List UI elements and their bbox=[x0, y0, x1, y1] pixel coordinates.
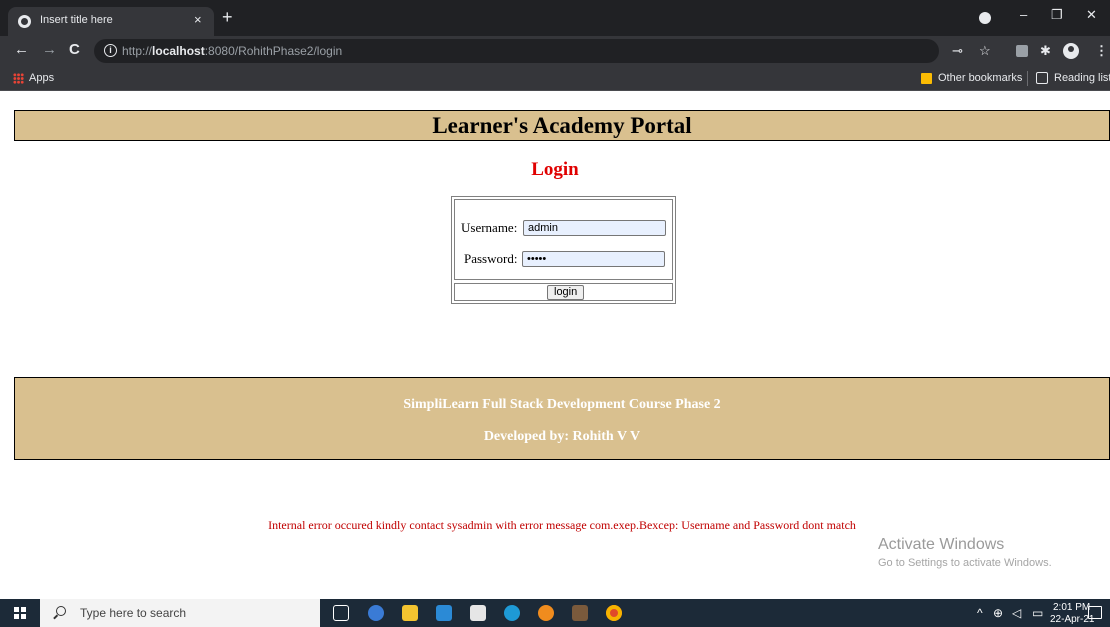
bookmarks-divider bbox=[1027, 71, 1028, 86]
search-placeholder: Type here to search bbox=[80, 606, 187, 620]
reload-icon[interactable]: C bbox=[69, 41, 80, 58]
battery-icon[interactable]: ▭ bbox=[1032, 606, 1043, 620]
reading-list[interactable]: Reading list bbox=[1054, 72, 1110, 84]
close-window-button[interactable]: ✕ bbox=[1086, 7, 1097, 23]
extension-icon[interactable] bbox=[1016, 45, 1028, 57]
password-input[interactable]: ••••• bbox=[522, 251, 665, 267]
footer-developer-text: Developed by: Rohith V V bbox=[483, 429, 641, 444]
bookmarks-bar: Apps Other bookmarks Reading list bbox=[0, 66, 1110, 91]
windows-taskbar: Type here to search ^ ⊕ ◁ ▭ 2:01 PM 22-A… bbox=[0, 599, 1110, 627]
activate-windows-subtitle: Go to Settings to activate Windows. bbox=[878, 557, 1052, 569]
browser-tab-bar: Insert title here × + – ❐ ✕ bbox=[0, 0, 1110, 36]
menu-kebab-icon[interactable]: ⋮ bbox=[1095, 43, 1108, 59]
login-button[interactable]: login bbox=[547, 285, 585, 300]
puzzle-icon[interactable]: ✱ bbox=[1040, 43, 1051, 59]
store-icon[interactable] bbox=[470, 605, 486, 621]
minimize-button[interactable]: – bbox=[1020, 7, 1027, 22]
footer-course-text: SimpliLearn Full Stack Development Cours… bbox=[403, 397, 721, 412]
blender-icon[interactable] bbox=[538, 605, 554, 621]
login-actions-cell: login bbox=[454, 283, 673, 301]
taskbar-search[interactable]: Type here to search bbox=[40, 599, 320, 627]
volume-icon[interactable]: ◁ bbox=[1012, 606, 1021, 620]
network-globe-icon[interactable]: ⊕ bbox=[993, 606, 1003, 620]
notifications-icon[interactable] bbox=[1088, 606, 1102, 619]
star-icon[interactable]: ☆ bbox=[979, 43, 991, 59]
clock-time[interactable]: 2:01 PM bbox=[1053, 602, 1090, 613]
mail-icon[interactable] bbox=[436, 605, 452, 621]
globe-icon bbox=[18, 15, 31, 28]
page-title: Learner's Academy Portal bbox=[432, 113, 692, 138]
username-label: Username: bbox=[461, 220, 518, 235]
file-explorer-icon[interactable] bbox=[402, 605, 418, 621]
address-bar[interactable]: i http://localhost:8080/RohithPhase2/log… bbox=[94, 39, 939, 63]
new-tab-button[interactable]: + bbox=[222, 6, 233, 28]
back-arrow-icon[interactable]: ← bbox=[14, 41, 29, 58]
activate-windows-title: Activate Windows bbox=[878, 536, 1005, 553]
username-input[interactable]: admin bbox=[523, 220, 666, 236]
folder-icon bbox=[921, 73, 932, 84]
login-form: Username: admin Password: ••••• login bbox=[451, 196, 676, 304]
restore-button[interactable]: ❐ bbox=[1051, 7, 1063, 23]
search-icon bbox=[56, 606, 66, 616]
apps-bookmark[interactable]: Apps bbox=[29, 72, 54, 84]
page-content: Learner's Academy Portal Login Username:… bbox=[0, 92, 1110, 599]
reading-list-icon bbox=[1036, 72, 1048, 84]
portal-footer: SimpliLearn Full Stack Development Cours… bbox=[14, 377, 1110, 460]
app-icon-1[interactable] bbox=[368, 605, 384, 621]
task-view-icon[interactable] bbox=[333, 605, 349, 621]
info-icon[interactable]: i bbox=[104, 44, 117, 57]
app-icon-2[interactable] bbox=[572, 605, 588, 621]
login-fields-cell: Username: admin Password: ••••• bbox=[454, 199, 673, 280]
browser-tab[interactable]: Insert title here × bbox=[8, 7, 214, 36]
edge-icon[interactable] bbox=[504, 605, 520, 621]
login-heading: Login bbox=[531, 159, 579, 180]
forward-arrow-icon[interactable]: → bbox=[42, 41, 57, 58]
tab-title: Insert title here bbox=[40, 14, 113, 26]
apps-grid-icon[interactable] bbox=[13, 73, 24, 84]
close-tab-icon[interactable]: × bbox=[194, 12, 202, 27]
tab-search-icon[interactable] bbox=[979, 12, 991, 24]
chevron-up-icon[interactable]: ^ bbox=[977, 606, 983, 620]
windows-start-icon[interactable] bbox=[14, 607, 26, 619]
key-icon[interactable]: ⊸ bbox=[952, 43, 963, 59]
browser-toolbar: ← → C i http://localhost:8080/RohithPhas… bbox=[0, 36, 1110, 66]
password-label: Password: bbox=[464, 251, 518, 266]
error-message: Internal error occured kindly contact sy… bbox=[268, 518, 856, 532]
portal-header: Learner's Academy Portal bbox=[14, 110, 1110, 141]
url-text[interactable]: http://localhost:8080/RohithPhase2/login bbox=[122, 44, 342, 58]
chrome-icon[interactable] bbox=[606, 605, 622, 621]
profile-avatar-icon[interactable] bbox=[1063, 43, 1079, 59]
other-bookmarks[interactable]: Other bookmarks bbox=[938, 72, 1022, 84]
